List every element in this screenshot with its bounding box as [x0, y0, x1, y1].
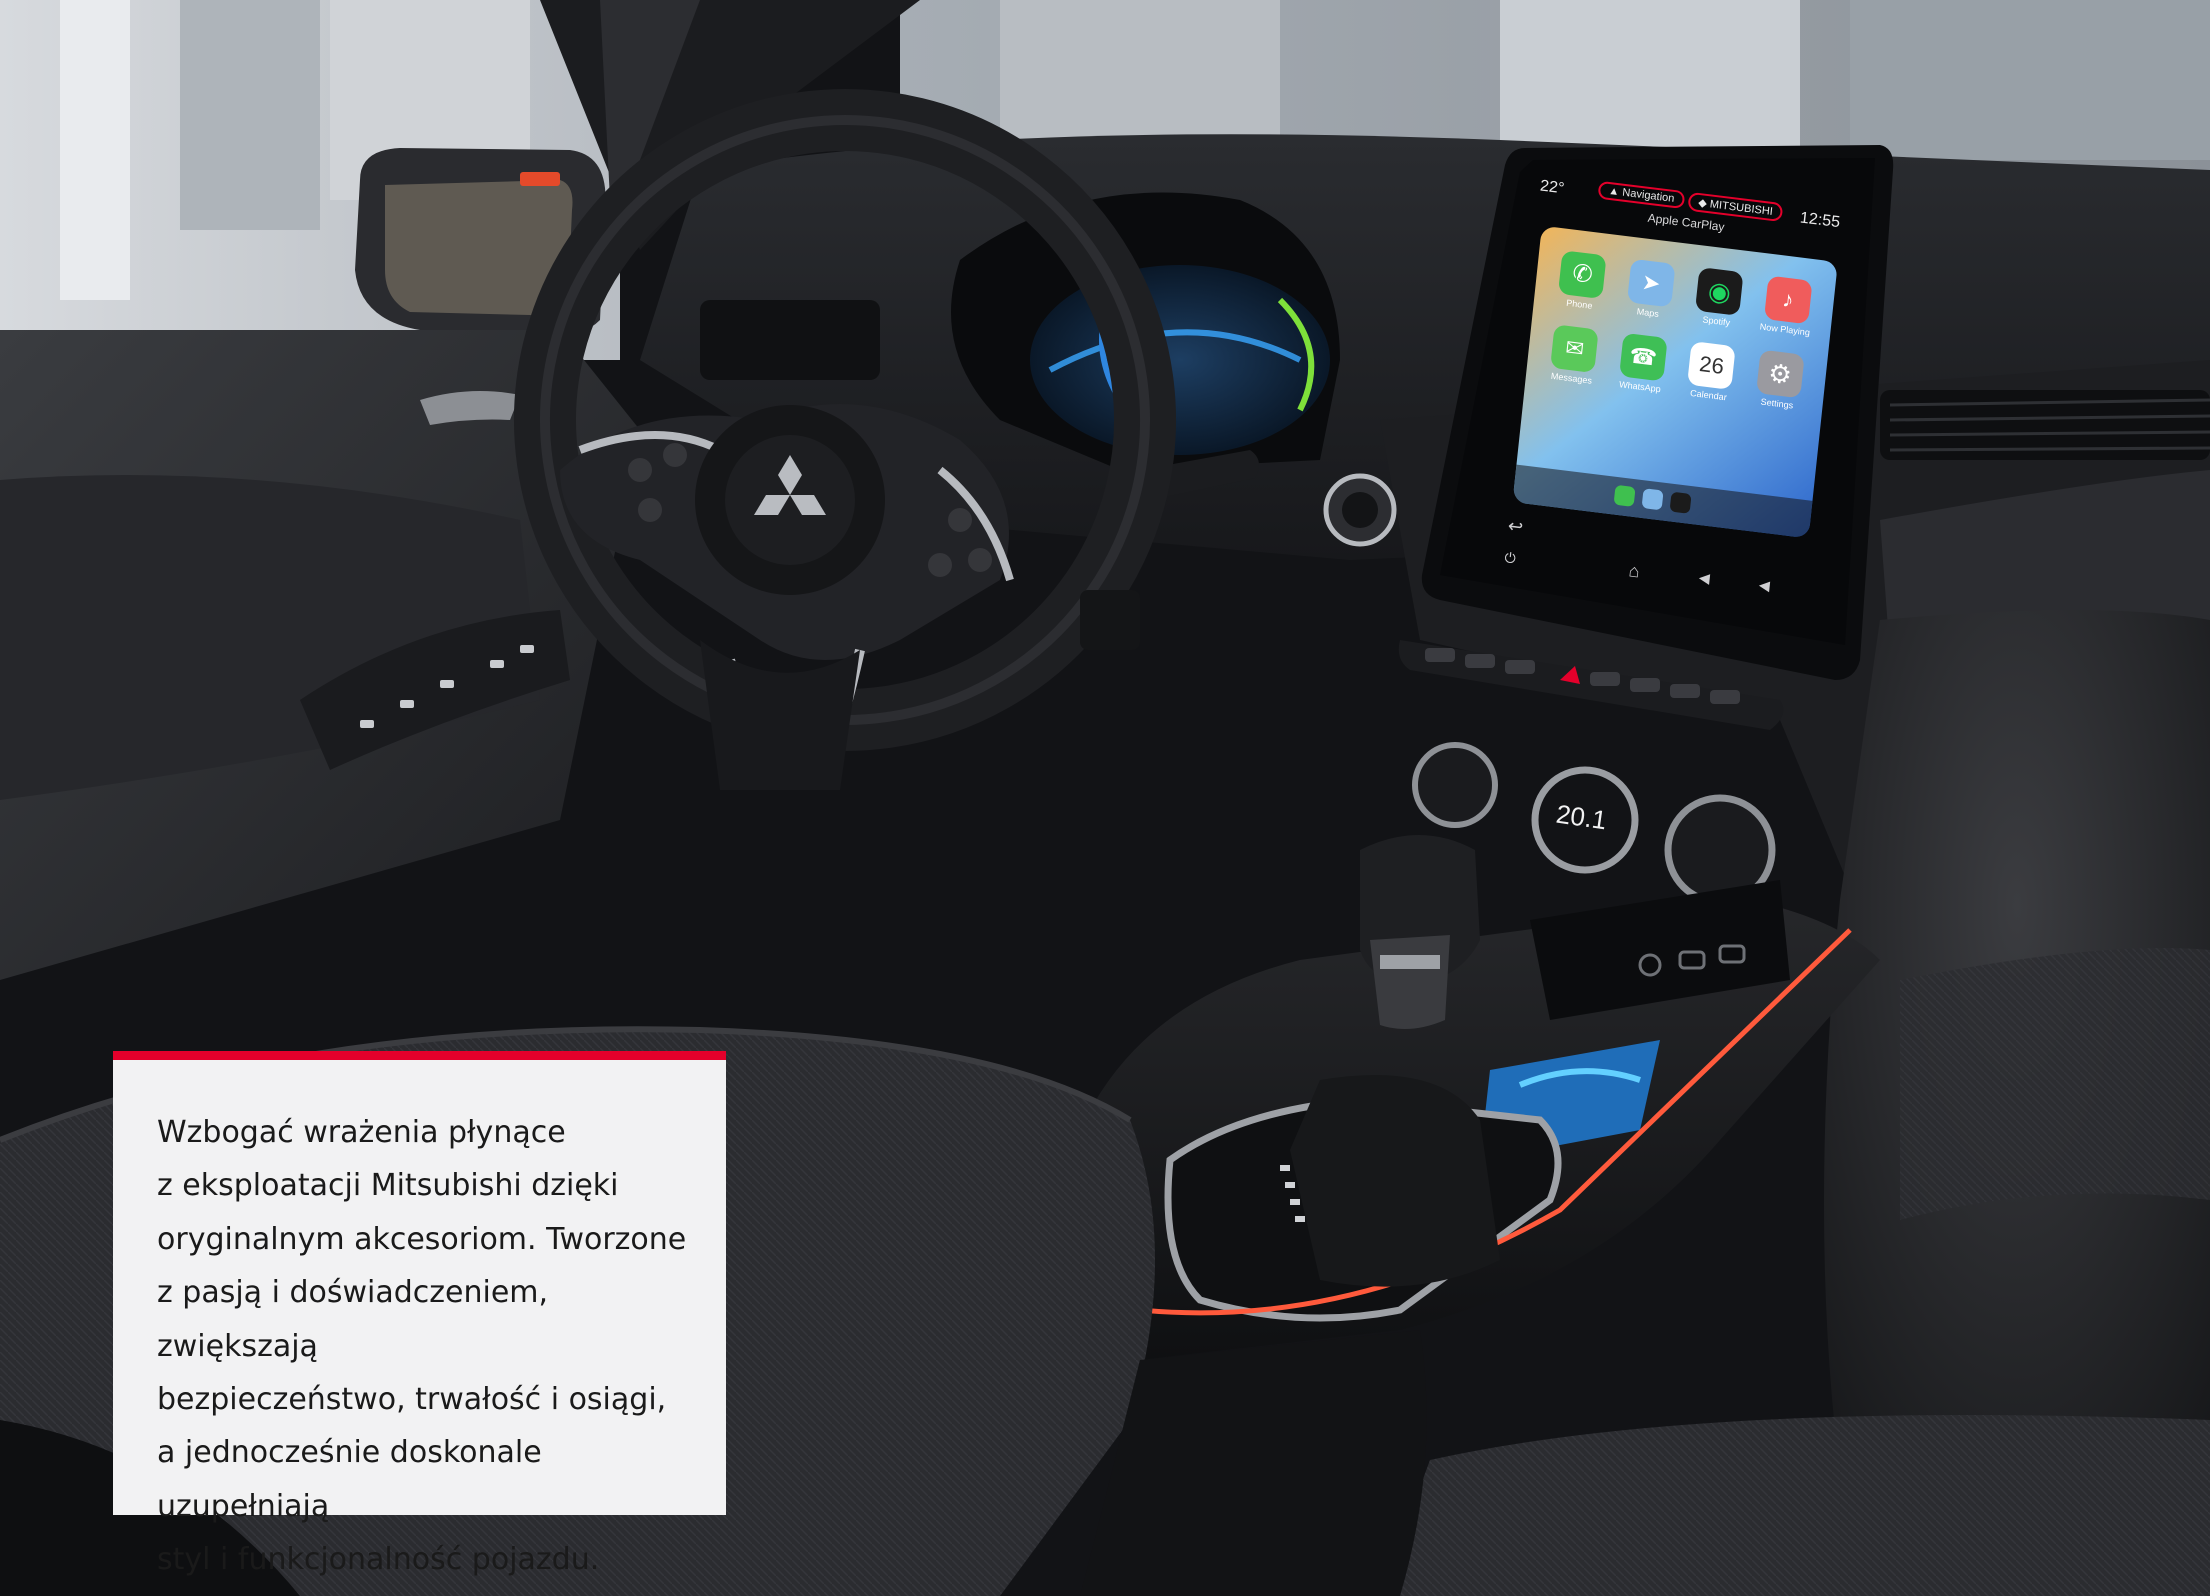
navigation-label: Navigation — [1621, 186, 1675, 205]
volume-down-icon[interactable]: ◀ — [1698, 569, 1710, 587]
phone-icon: ✆ — [1558, 250, 1607, 300]
clock-display: 12:55 — [1799, 209, 1841, 232]
calendar-icon: 26 — [1687, 341, 1736, 390]
app-whatsapp[interactable]: ☎ WhatsApp — [1610, 332, 1674, 395]
app-settings[interactable]: ⚙ Settings — [1747, 349, 1811, 412]
app-calendar[interactable]: 26 Calendar — [1679, 340, 1743, 403]
caption-line: z eksploatacji Mitsubishi dzięki — [157, 1168, 619, 1204]
app-maps[interactable]: ➤ Maps — [1618, 258, 1682, 321]
spotify-icon: ◉ — [1695, 267, 1744, 316]
caption-line: styl i funkcjonalność pojazdu. — [157, 1542, 600, 1578]
dock-phone-icon[interactable] — [1613, 484, 1636, 507]
app-phone[interactable]: ✆ Phone — [1550, 249, 1614, 312]
brand-button[interactable]: ◆ MITSUBISHI — [1687, 191, 1784, 223]
caption-line: oryginalnym akcesoriom. Tworzone — [157, 1221, 687, 1257]
maps-icon: ➤ — [1626, 258, 1676, 308]
dock-spotify-icon[interactable] — [1669, 491, 1692, 514]
temperature-display: 22° — [1539, 177, 1566, 198]
accessories-caption-panel: Wzbogać wrażenia płynące z eksploatacji … — [113, 1051, 726, 1577]
navigation-button[interactable]: ▲ Navigation — [1597, 180, 1686, 210]
app-spotify[interactable]: ◉ Spotify — [1687, 266, 1751, 329]
dock-maps-icon[interactable] — [1641, 488, 1664, 511]
caption-line: a jednocześnie doskonale uzupełniają — [157, 1435, 542, 1524]
app-now-playing[interactable]: ♪ Now Playing — [1755, 275, 1819, 338]
infotainment-screen: 22° ▲ Navigation ◆ MITSUBISHI 12:55 Appl… — [1472, 165, 1860, 661]
volume-up-icon[interactable]: ◀ — [1758, 576, 1770, 594]
app-messages[interactable]: ✉ Messages — [1542, 323, 1606, 386]
power-icon[interactable]: ⏻ — [1504, 549, 1517, 567]
carplay-home: ✆ Phone ➤ Maps ◉ Spotify ♪ Now Playing ✉ Mess… — [1512, 225, 1838, 539]
messages-icon: ✉ — [1550, 324, 1599, 374]
whatsapp-icon: ☎ — [1618, 332, 1668, 382]
app-grid: ✆ Phone ➤ Maps ◉ Spotify ♪ Now Playing ✉ Mess… — [1526, 226, 1838, 414]
caption-line: Wzbogać wrażenia płynące — [157, 1115, 566, 1150]
now-playing-icon: ♪ — [1763, 275, 1813, 325]
settings-icon: ⚙ — [1755, 349, 1805, 399]
calendar-day: 26 — [1698, 351, 1726, 379]
brand-label: MITSUBISHI — [1709, 198, 1774, 218]
caption-line: bezpieczeństwo, trwałość i osiągi, — [157, 1382, 667, 1418]
car-interior-photo: 22° ▲ Navigation ◆ MITSUBISHI 12:55 Appl… — [0, 0, 2210, 1596]
home-icon[interactable]: ⌂ — [1628, 560, 1641, 582]
caption-line: z pasją i doświadczeniem, zwiększają — [157, 1275, 549, 1364]
back-icon[interactable]: ↩ — [1507, 516, 1524, 539]
